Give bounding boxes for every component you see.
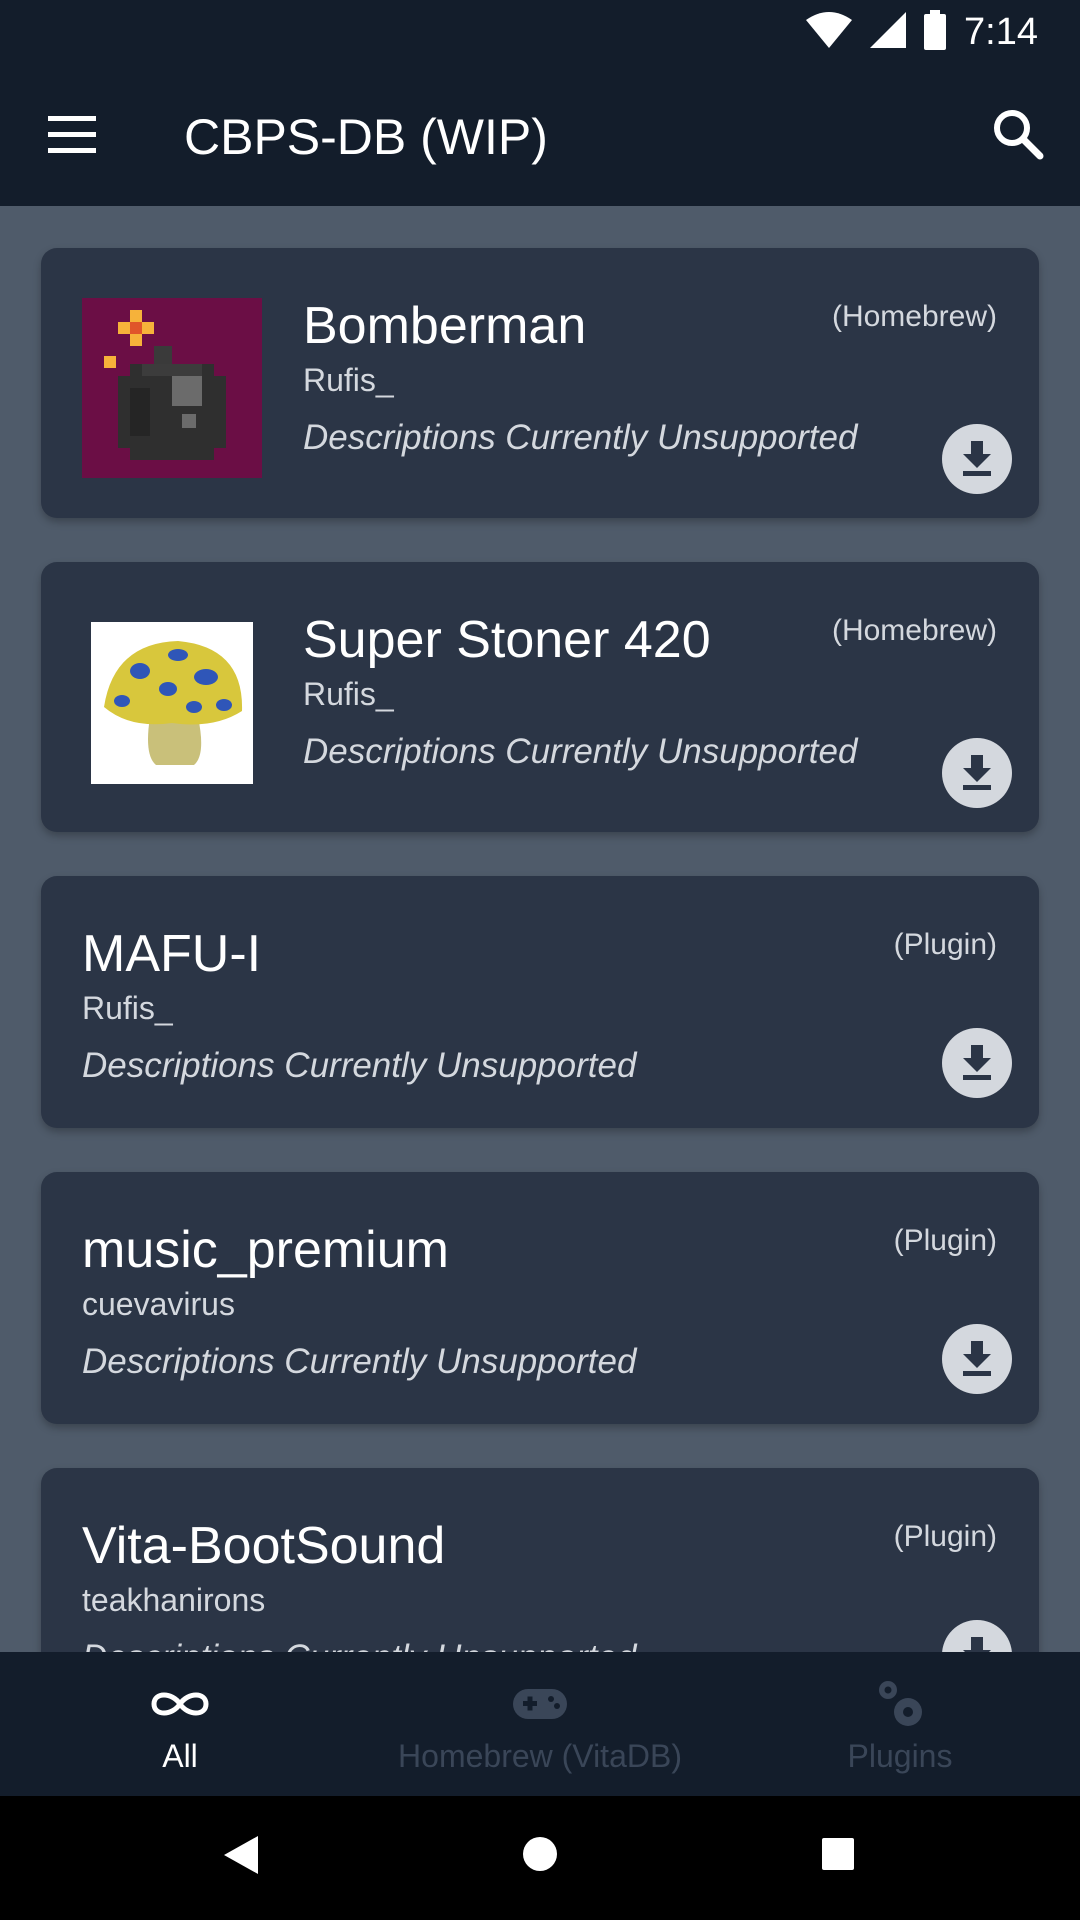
download-icon [963,1341,991,1376]
hamburger-menu-icon[interactable] [46,114,98,156]
tab-label: Homebrew (VitaDB) [398,1738,682,1774]
app-list[interactable]: Bomberman Rufis_ Descriptions Currently … [0,206,1080,1652]
download-icon [963,1045,991,1080]
item-author: cuevavirus [82,1286,235,1322]
list-item[interactable]: music_premium cuevavirus Descriptions Cu… [41,1172,1039,1424]
search-icon[interactable] [990,106,1046,162]
gamepad-icon [511,1676,569,1732]
item-title: music_premium [82,1221,449,1279]
system-navigation-bar [0,1796,1080,1920]
list-item[interactable]: Vita-BootSound teakhanirons Descriptions… [41,1468,1039,1652]
list-item[interactable]: Bomberman Rufis_ Descriptions Currently … [41,248,1039,518]
bottom-navigation: All Homebrew (VitaDB) Plugins [0,1652,1080,1796]
item-author: teakhanirons [82,1582,266,1618]
tab-homebrew-vitadb[interactable]: Homebrew (VitaDB) [360,1652,720,1796]
infinity-icon [148,1676,212,1732]
signal-icon [870,11,907,53]
item-description: Descriptions Currently Unsupported [82,1342,637,1381]
list-item[interactable]: Super Stoner 420 Rufis_ Descriptions Cur… [41,562,1039,832]
download-button[interactable] [942,1028,1012,1098]
download-button[interactable] [942,1324,1012,1394]
download-icon [963,755,991,790]
status-time: 7:14 [964,10,1038,53]
item-title: MAFU-I [82,925,262,983]
item-description: Descriptions Currently Unsupported [82,1046,637,1085]
download-icon [963,1637,991,1652]
recents-icon[interactable] [822,1838,854,1875]
tab-label: All [162,1738,198,1774]
tab-label: Plugins [847,1738,953,1774]
bomberman-thumbnail [82,298,262,478]
item-type-badge: (Plugin) [893,928,997,961]
status-bar: 7:14 [0,0,1080,64]
item-author: Rufis_ [82,990,173,1026]
back-icon[interactable] [224,1836,258,1879]
item-author: Rufis_ [303,676,394,712]
wifi-icon [806,11,853,53]
list-item[interactable]: MAFU-I Rufis_ Descriptions Currently Uns… [41,876,1039,1128]
tab-plugins[interactable]: Plugins [720,1652,1080,1796]
tab-all[interactable]: All [0,1652,360,1796]
download-button[interactable] [942,1620,1012,1652]
item-title: Vita-BootSound [82,1517,446,1575]
item-title: Super Stoner 420 [303,611,711,669]
item-description: Descriptions Currently Unsupported [82,1638,636,1652]
super-stoner-thumbnail [91,622,253,784]
app-bar: CBPS-DB (WIP) [0,64,1080,206]
download-button[interactable] [942,738,1012,808]
item-type-badge: (Homebrew) [831,614,997,647]
battery-icon [924,9,947,55]
item-type-badge: (Plugin) [893,1224,997,1257]
item-description: Descriptions Currently Unsupported [303,418,858,457]
item-type-badge: (Plugin) [893,1520,997,1553]
item-description: Descriptions Currently Unsupported [303,732,858,771]
item-type-badge: (Homebrew) [831,300,997,333]
item-author: Rufis_ [303,362,394,398]
download-icon [963,441,991,476]
home-icon[interactable] [522,1836,558,1877]
page-title: CBPS-DB (WIP) [184,109,548,165]
gears-icon [872,1676,928,1732]
download-button[interactable] [942,424,1012,494]
item-title: Bomberman [303,297,587,355]
